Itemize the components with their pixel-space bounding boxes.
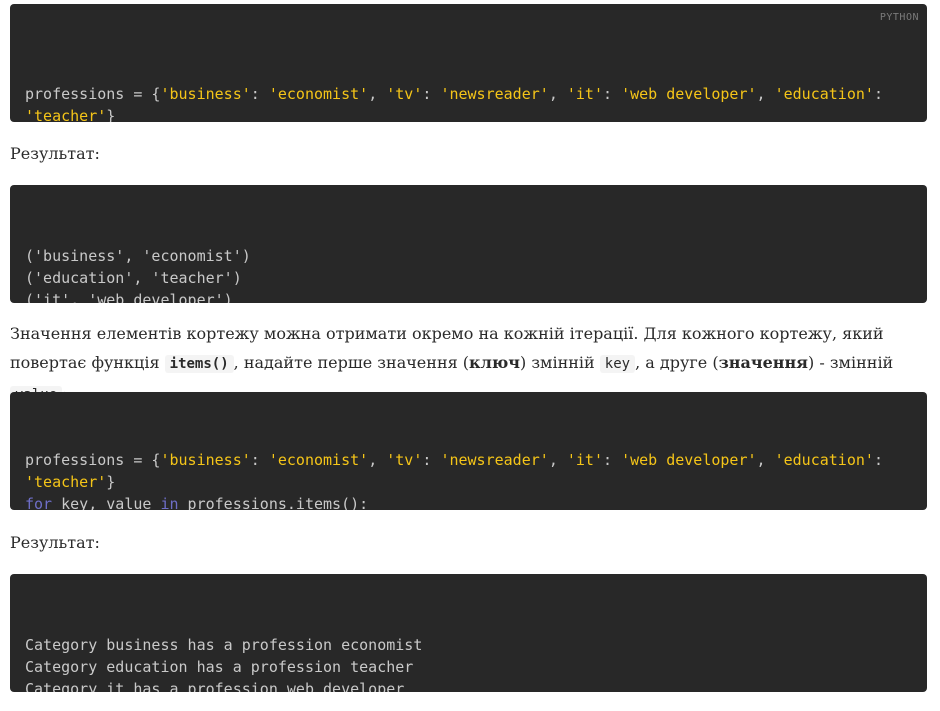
code-token: :: [250, 85, 269, 103]
code-token: 'it': [566, 85, 603, 103]
code-lines: professions = {'business': 'economist', …: [25, 83, 912, 122]
code-token: }: [106, 473, 116, 491]
code-token: ,: [368, 85, 387, 103]
code-token: ('business', 'economist'): [25, 247, 251, 265]
code-token: }: [106, 107, 116, 122]
code-token: :: [422, 451, 441, 469]
code-token: 'economist': [268, 85, 369, 103]
code-token: ,: [548, 85, 567, 103]
code-token: ,: [756, 451, 775, 469]
result-label: Результат:: [10, 144, 100, 163]
code-token: ,: [548, 451, 567, 469]
code-line: ('it', 'web developer'): [25, 289, 912, 303]
code-token: 'newsreader': [440, 85, 549, 103]
code-token: ,: [756, 85, 775, 103]
paragraph-text: , а друге (: [635, 353, 719, 372]
code-token: 'it': [566, 451, 603, 469]
paragraph-text: ) - змінній: [808, 353, 894, 372]
code-token: Category it has a profession web develop…: [25, 680, 405, 692]
code-token: professions = {: [25, 85, 161, 103]
code-token: 'teacher': [25, 107, 107, 122]
code-block-1: PYTHON professions = {'business': 'econo…: [10, 4, 927, 122]
code-token: :: [422, 85, 441, 103]
code-token: for: [25, 495, 53, 510]
output-block-1: ('business', 'economist') ('education', '…: [10, 185, 927, 303]
code-token: in: [160, 495, 179, 510]
code-token: 'education': [774, 451, 874, 469]
inline-code-items: items(): [164, 355, 234, 373]
code-token: :: [603, 451, 622, 469]
code-line: 'teacher'}: [25, 105, 912, 122]
paragraph-text: , надайте перше значення (: [233, 353, 470, 372]
code-token: 'business': [160, 451, 251, 469]
code-line: ('business', 'economist'): [25, 245, 912, 267]
code-line: Category education has a profession teac…: [25, 656, 912, 678]
code-token: 'tv': [386, 451, 423, 469]
paragraph-text: ) змінній: [519, 353, 600, 372]
output-block-2: Category business has a profession econo…: [10, 574, 927, 692]
code-token: 'economist': [268, 451, 369, 469]
language-tag: PYTHON: [879, 12, 919, 23]
code-line: ('education', 'teacher'): [25, 267, 912, 289]
code-line: professions = {'business': 'economist', …: [25, 83, 912, 105]
output-lines: Category business has a profession econo…: [25, 634, 912, 692]
code-line: professions = {'business': 'economist', …: [25, 449, 912, 471]
code-token: 'newsreader': [440, 451, 549, 469]
code-token: Category business has a profession econo…: [25, 636, 423, 654]
code-token: 'business': [160, 85, 251, 103]
code-line: 'teacher'}: [25, 471, 912, 493]
code-token: Category education has a profession teac…: [25, 658, 414, 676]
result-label: Результат:: [10, 533, 100, 552]
code-token: 'web developer': [621, 85, 757, 103]
code-token: 'tv': [386, 85, 423, 103]
code-token: ('it', 'web developer'): [25, 291, 233, 303]
code-token: :: [873, 451, 883, 469]
code-line: Category business has a profession econo…: [25, 634, 912, 656]
code-token: 'web developer': [621, 451, 757, 469]
code-token: :: [873, 85, 883, 103]
code-token: professions = {: [25, 451, 161, 469]
code-token: ('education', 'teacher'): [25, 269, 242, 287]
code-lines: professions = {'business': 'economist', …: [25, 449, 912, 510]
code-token: 'teacher': [25, 473, 107, 491]
output-lines: ('business', 'economist') ('education', '…: [25, 245, 912, 303]
code-token: :: [603, 85, 622, 103]
code-token: professions.items():: [178, 495, 369, 510]
bold-key: ключ: [469, 353, 520, 372]
code-token: 'education': [774, 85, 874, 103]
code-token: ,: [368, 451, 387, 469]
code-token: :: [250, 451, 269, 469]
code-line: Category it has a profession web develop…: [25, 678, 912, 692]
code-token: key, value: [52, 495, 161, 510]
inline-code-key: key: [599, 355, 636, 373]
bold-value: значення: [718, 353, 808, 372]
code-line: for key, value in professions.items():: [25, 493, 912, 510]
code-block-2: professions = {'business': 'economist', …: [10, 392, 927, 510]
